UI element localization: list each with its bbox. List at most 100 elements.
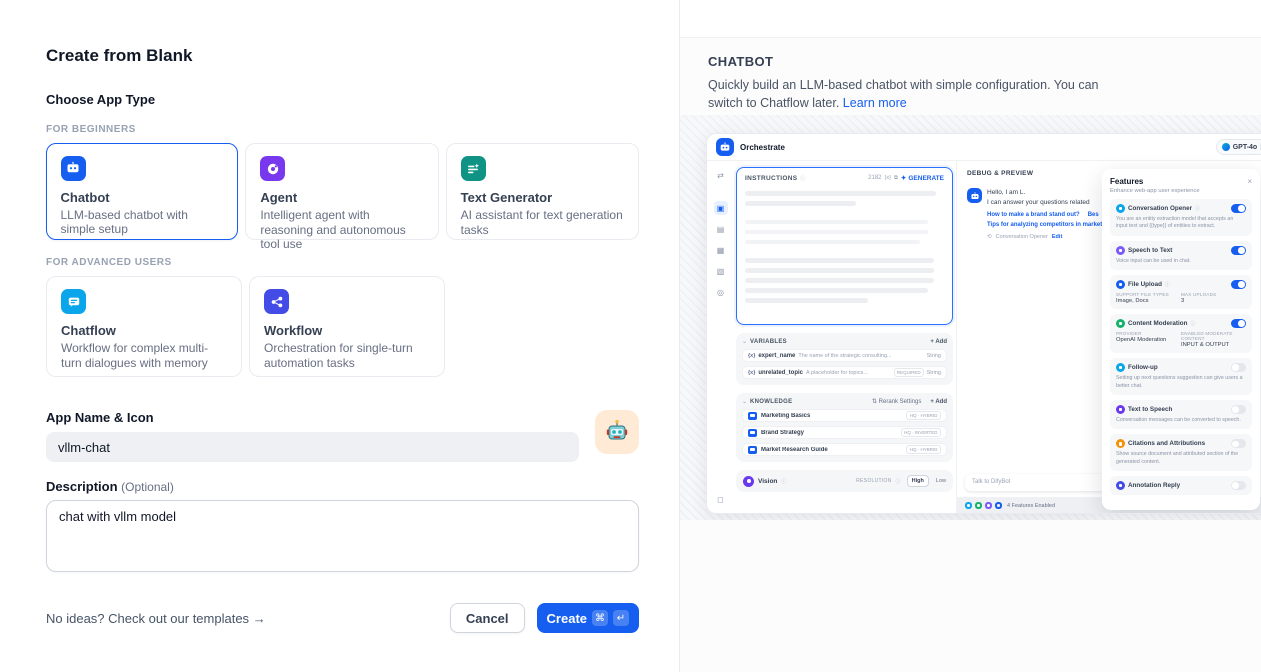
card-chatflow-desc: Workflow for complex multi-turn dialogue…: [61, 341, 227, 370]
knowledge-row: Brand Strategy HQ · INVERTED: [742, 426, 947, 439]
mock-model-selector: GPT-4o CHAT ◉ ⚙: [1216, 139, 1261, 155]
card-workflow-title: Workflow: [264, 323, 430, 338]
rail-prompt-icon: ▣: [714, 201, 728, 215]
text-to-speech-icon: [1116, 405, 1125, 414]
agent-icon: [260, 156, 285, 181]
rail-doc-icon: ▦: [714, 243, 728, 257]
advanced-section-label: FOR ADVANCED USERS: [46, 257, 639, 268]
sparkle-icon: ✦: [901, 174, 906, 182]
file-upload-icon: [1116, 280, 1125, 289]
feature-item: File Upload ⓘ SUPPORT FILE TYPES Image, …: [1110, 275, 1252, 309]
skeleton-line: [745, 298, 868, 303]
info-icon: ⓘ: [896, 478, 901, 485]
mock-app-robot-icon: [716, 138, 734, 156]
toggle-off: [1231, 439, 1246, 448]
create-app-modal: Create from Blank Choose App Type FOR BE…: [0, 0, 679, 672]
citations-icon: [1116, 439, 1125, 448]
vision-icon: [743, 476, 754, 487]
beginners-section-label: FOR BEGINNERS: [46, 124, 639, 135]
app-name-label: App Name & Icon: [46, 410, 639, 425]
chevron-down-icon: ⌄: [742, 338, 747, 345]
card-agent[interactable]: Agent Intelligent agent with reasoning a…: [245, 143, 438, 240]
orchestrate-preview-image: Orchestrate GPT-4o CHAT ◉ ⚙ ⌄ ⇅ Publish▾…: [706, 133, 1261, 514]
choose-app-type-label: Choose App Type: [46, 92, 639, 107]
templates-link[interactable]: No ideas? Check out our templates →: [46, 611, 266, 626]
dataset-icon: [748, 412, 757, 420]
card-text-generator[interactable]: Text Generator AI assistant for text gen…: [446, 143, 639, 240]
chatflow-icon: [61, 289, 86, 314]
feature-dot-icon: [965, 502, 972, 509]
chatbot-icon: [61, 156, 86, 181]
mock-chat-input: Talk to DifyBot: [965, 474, 1117, 491]
learn-more-link[interactable]: Learn more: [843, 96, 907, 110]
variable-row: {x} unrelated_topic A placeholder for to…: [742, 366, 947, 379]
skeleton-line: [745, 268, 934, 273]
chat-robot-avatar: [967, 188, 982, 203]
toggle-on: [1231, 319, 1246, 328]
mock-knowledge-section: ⌄ KNOWLEDGE ⇅ Rerank Settings + Add Mark…: [736, 393, 953, 462]
advanced-cards-row: Chatflow Workflow for complex multi-turn…: [46, 276, 639, 377]
info-icon: ⓘ: [781, 478, 786, 485]
knowledge-add-button: + Add: [930, 399, 947, 405]
skeleton-line: [745, 201, 856, 206]
mock-orchestrate-column: INSTRUCTIONS ⓘ 2182 {x} ⧉ ✦ GENERATE: [734, 161, 956, 514]
toggle-off: [1231, 481, 1246, 490]
mock-features-panel: Features × Enhance web-app user experien…: [1102, 169, 1260, 510]
info-icon: ⓘ: [1195, 205, 1200, 212]
chat-greeting: Hello, I am L. I can answer your questio…: [987, 188, 1102, 208]
feature-item: Follow-up Setting up next questions sugg…: [1110, 358, 1252, 395]
generate-button: ✦ GENERATE: [901, 174, 944, 182]
skeleton-line: [745, 240, 920, 245]
card-chatflow-title: Chatflow: [61, 323, 227, 338]
app-icon-picker-button[interactable]: [595, 410, 639, 454]
feature-dot-icon: [985, 502, 992, 509]
rail-note-icon: ▧: [714, 264, 728, 278]
card-text-generator-desc: AI assistant for text generation tasks: [461, 208, 624, 237]
cancel-button[interactable]: Cancel: [450, 603, 525, 633]
conversation-opener-row: ⟲ Conversation Opener Edit: [987, 234, 1102, 240]
create-button[interactable]: Create ⌘ ↵: [537, 603, 639, 633]
knowledge-row: Marketing Basics HQ · HYBRID: [742, 409, 947, 422]
close-icon: ×: [1247, 177, 1252, 186]
preview-description: Quickly build an LLM-based chatbot with …: [708, 76, 1118, 112]
feature-item: Annotation Reply: [1110, 476, 1252, 495]
feature-item: Conversation Opener ⓘ You are an entity …: [1110, 199, 1252, 236]
feature-dot-icon: [995, 502, 1002, 509]
card-chatbot-desc: LLM-based chatbot with simple setup: [61, 208, 224, 237]
suggested-question: How to make a brand stand out? Bes: [987, 212, 1102, 218]
mock-instructions-panel: INSTRUCTIONS ⓘ 2182 {x} ⧉ ✦ GENERATE: [736, 167, 953, 325]
toggle-off: [1231, 363, 1246, 372]
rail-swap-icon: ⇄: [714, 168, 728, 182]
card-chatflow[interactable]: Chatflow Workflow for complex multi-turn…: [46, 276, 242, 377]
char-count: 2182: [868, 175, 881, 181]
description-label: Description (Optional): [46, 479, 639, 494]
instructions-skeleton: [745, 191, 944, 303]
preview-heading: CHATBOT: [708, 54, 1233, 69]
description-textarea[interactable]: chat with vllm model: [46, 500, 639, 572]
variable-icon: {x}: [885, 175, 891, 181]
info-icon: ⓘ: [1190, 320, 1195, 327]
card-workflow[interactable]: Workflow Orchestration for single-turn a…: [249, 276, 445, 377]
edit-link: Edit: [1052, 234, 1062, 240]
variable-row: {x} expert_name The name of the strategi…: [742, 349, 947, 362]
card-agent-desc: Intelligent agent with reasoning and aut…: [260, 208, 423, 252]
suggested-question: Tips for analyzing competitors in market: [987, 222, 1102, 228]
copy-icon: ⧉: [894, 175, 898, 182]
resolution-low-option: Low: [936, 478, 946, 484]
toggle-on: [1231, 204, 1246, 213]
card-chatbot[interactable]: Chatbot LLM-based chatbot with simple se…: [46, 143, 238, 240]
content-moderation-icon: [1116, 319, 1125, 328]
mock-variables-section: ⌄ VARIABLES + Add {x} expert_name The na…: [736, 333, 953, 385]
beginner-cards-row: Chatbot LLM-based chatbot with simple se…: [46, 143, 639, 240]
rail-web-icon: ◎: [714, 285, 728, 299]
toggle-on: [1231, 246, 1246, 255]
rerank-settings-button: ⇅ Rerank Settings: [872, 398, 921, 405]
preview-top-strip: [680, 0, 1261, 38]
preview-image-zone: Orchestrate GPT-4o CHAT ◉ ⚙ ⌄ ⇅ Publish▾…: [680, 115, 1261, 520]
toggle-on: [1231, 280, 1246, 289]
robot-emoji-icon: [604, 418, 630, 447]
model-icon: [1222, 143, 1230, 151]
required-badge: REQUIRED: [894, 368, 924, 377]
card-agent-title: Agent: [260, 190, 423, 205]
app-name-input[interactable]: [46, 432, 579, 462]
